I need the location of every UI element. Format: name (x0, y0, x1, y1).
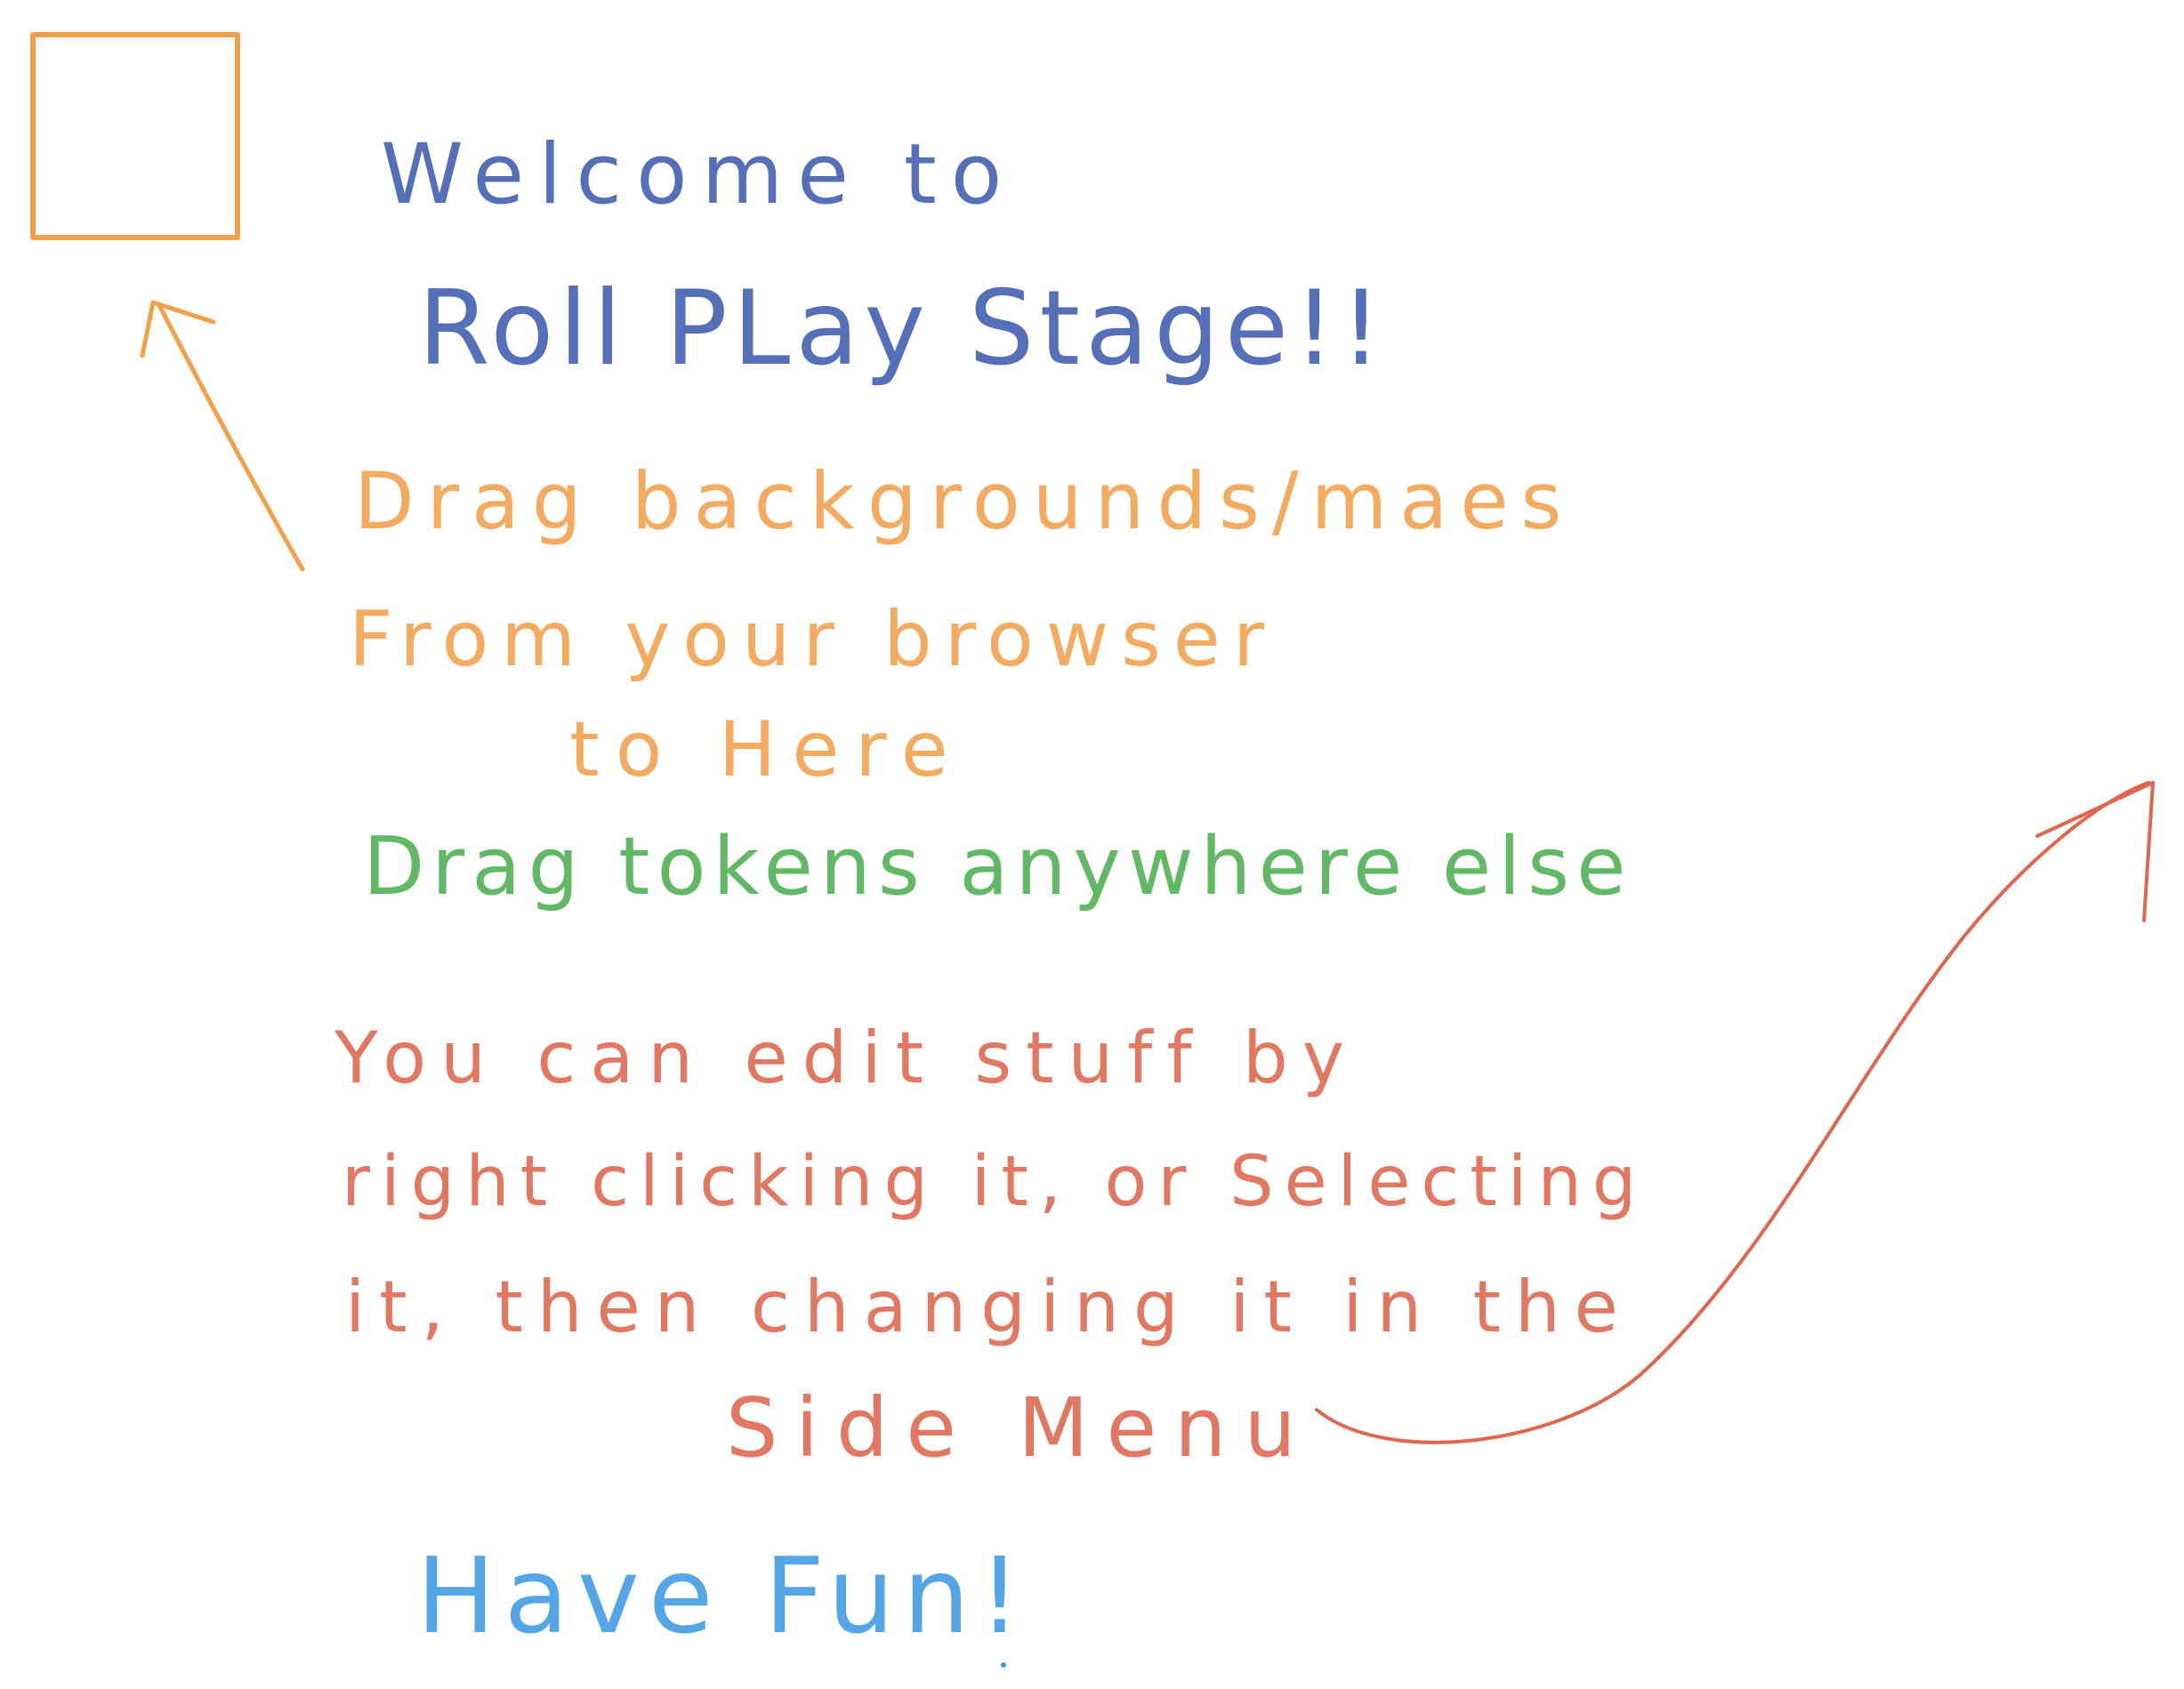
have-fun-text: Have Fun! (416, 1534, 1030, 1657)
edit-hint-line-2: right clicking it, or Selecting (342, 1142, 1648, 1222)
background-hint-line-1: Drag backgrounds/maes (354, 455, 1575, 547)
welcome-line-1: Welcome to (381, 126, 1017, 223)
token-hint: Drag tokens anywhere else (363, 820, 1633, 913)
stray-dot (1001, 1662, 1006, 1668)
edit-hint-line-1: You can edit stuff by (334, 1017, 1359, 1099)
welcome-line-2: Roll PLay Stage!! (418, 269, 1388, 389)
background-hint-line-3: to Here (569, 705, 964, 794)
edit-hint-line-4: Side Menu (726, 1380, 1314, 1476)
drop-zone-arrow-icon (140, 300, 305, 572)
background-hint-line-2: From your browser (349, 595, 1277, 684)
canvas-stage[interactable]: Welcome to Roll PLay Stage!! Drag backgr… (0, 0, 2184, 1689)
background-drop-zone[interactable] (30, 32, 240, 240)
edit-hint-line-3: it, then changing it in the (345, 1266, 1632, 1348)
